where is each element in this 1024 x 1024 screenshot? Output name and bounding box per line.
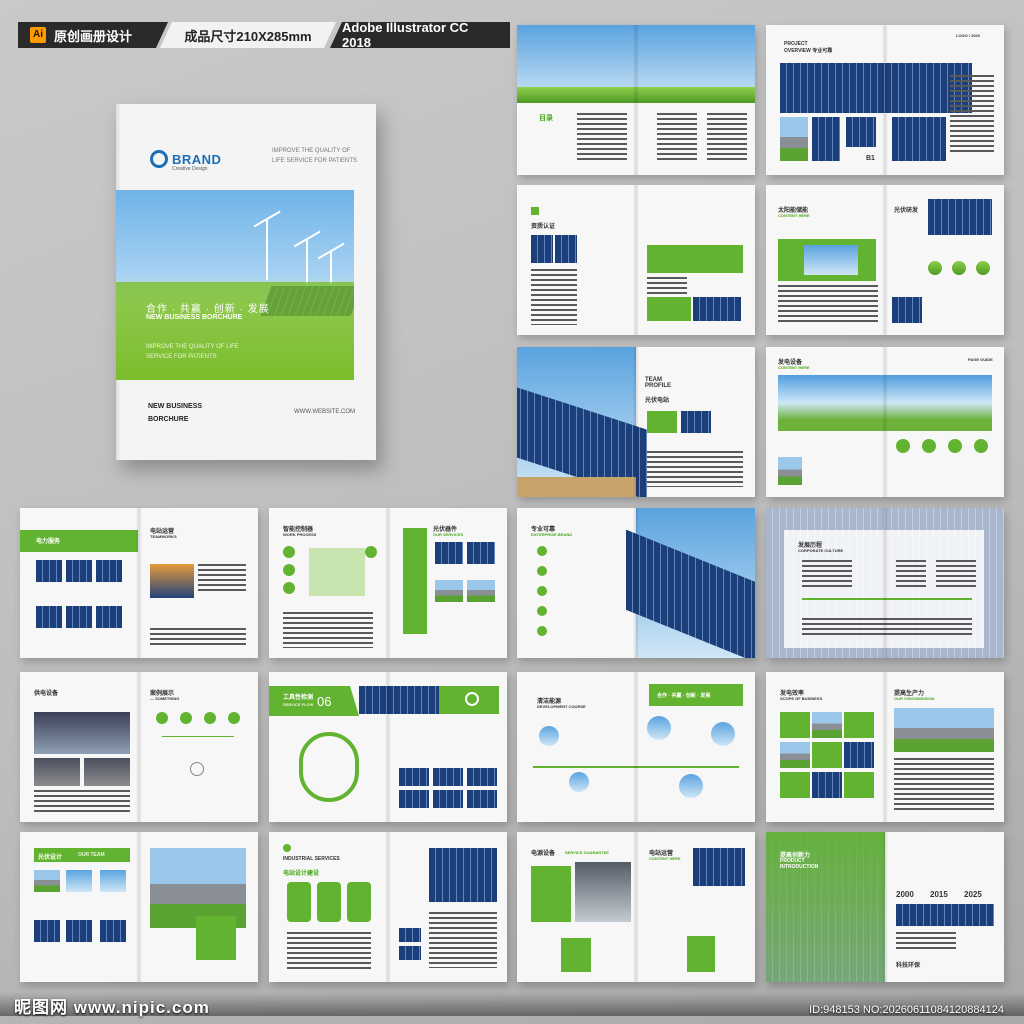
spread-history: 发展历程 CORPORATE CULTURE xyxy=(766,508,1004,658)
cover-green-band xyxy=(116,282,354,380)
cover-slogan: IMPROVE THE QUALITY OF LIFE SERVICE FOR … xyxy=(272,148,358,164)
green-panel xyxy=(647,245,743,273)
power-supply-title: 电源设备 xyxy=(531,851,556,857)
size-tag: 成品尺寸210X285mm xyxy=(160,22,336,48)
spread-project-overview: PROJECT OVERVIEW 专业可靠 LOGO / 2020 B1 xyxy=(766,25,1004,175)
car-photo xyxy=(780,117,808,161)
inspection-title: 工具性检测 xyxy=(283,695,314,701)
case-sub: — SOMETHING xyxy=(150,696,180,701)
pv-design-sub: OUR TEAM xyxy=(78,852,105,858)
cover-cn-title: 合作 · 共赢 · 创新 · 发展 xyxy=(146,304,270,315)
devices-sub: OUR SERVICES xyxy=(433,532,464,537)
industrial-sub: 电站设计建设 xyxy=(283,871,320,877)
efficiency-sub: SCOPE OF BUSINESS xyxy=(780,696,823,701)
year-2015: 2015 xyxy=(930,890,948,899)
spread-efficiency: 发电效率 SCOPE OF BUSINESS 提高生产力 OUR VISIONM… xyxy=(766,672,1004,822)
team-sub: 光伏电站 xyxy=(645,398,670,404)
spread-industrial-services: INDUSTRIAL SERVICES 电站设计建设 xyxy=(269,832,507,982)
brand-sub: Creative Design xyxy=(172,166,208,172)
spread-team-profile: TEAM PROFILE 光伏电站 xyxy=(517,347,755,497)
spread-power-supply: 电源设备 SERVICE GUARANTEE 电站运营 CONTENT HERE xyxy=(517,832,755,982)
service-title: 电力服务 xyxy=(36,539,61,545)
cover-website: WWW.WEBSITE.COM xyxy=(294,409,355,415)
spread-solar-storage: 太阳能储能 CONTENT HERE 光伏研发 xyxy=(766,185,1004,335)
contents-list xyxy=(707,113,747,163)
clock-icon xyxy=(465,692,479,706)
innovation-footer: 科技环保 xyxy=(896,963,921,969)
landscape-photo xyxy=(778,375,992,431)
design-type-tag: Ai 原创画册设计 xyxy=(18,22,168,48)
timeline xyxy=(802,598,972,600)
history-sub: CORPORATE CULTURE xyxy=(798,548,844,553)
body-text xyxy=(950,75,994,155)
cover-subtitle: IMPROVE THE QUALITY OF LIFE SERVICE FOR … xyxy=(146,344,239,360)
power-supply-sub: SERVICE GUARANTEE xyxy=(565,850,609,855)
solar-photo xyxy=(846,117,876,147)
storage-sub: CONTENT HERE xyxy=(778,213,810,218)
software-tag: Adobe Illustrator CC 2018 xyxy=(330,22,510,48)
spread-supply-equipment: 供电设备 案例展示 — SOMETHING xyxy=(20,672,258,822)
spread-smart-controller: 智能控制器 WORK PROCESS 光伏器件 OUR SERVICES xyxy=(269,508,507,658)
overview-label: B1 xyxy=(866,155,875,162)
contents-list xyxy=(657,113,697,163)
controller-sub: WORK PROCESS xyxy=(283,532,317,537)
green-banner xyxy=(269,686,359,716)
timeline xyxy=(533,766,739,768)
inspection-sub: SERVICE FLOW xyxy=(283,702,314,707)
supply-title: 供电设备 xyxy=(34,691,59,697)
spread-pv-design: 光伏设计 OUR TEAM xyxy=(20,832,258,982)
operation-sub: TEAMWORKS xyxy=(150,534,177,539)
flow-path xyxy=(299,732,359,802)
clean-energy-sub: DEVELOPMENT COURSE xyxy=(537,704,586,709)
contents-title: 目录 xyxy=(539,115,553,122)
professional-sub: ENTERPRISE BRAND xyxy=(531,532,573,537)
brochure-cover: BRAND Creative Design IMPROVE THE QUALIT… xyxy=(116,104,376,460)
banner-slogan: 合作 · 共赢 · 创新 · 发展 xyxy=(657,693,711,699)
illustrator-icon: Ai xyxy=(30,27,46,43)
brand-q-icon xyxy=(150,150,168,168)
solar-field-photo xyxy=(517,347,647,497)
solar-photo xyxy=(812,117,840,161)
industrial-title: INDUSTRIAL SERVICES xyxy=(283,856,340,862)
spread-clean-energy: 清洁能源 DEVELOPMENT COURSE 合作 · 共赢 · 创新 · 发… xyxy=(517,672,755,822)
spread-tool-inspection: 工具性检测 SERVICE FLOW 06 xyxy=(269,672,507,822)
solar-photo xyxy=(780,63,972,113)
solar-photo xyxy=(892,117,946,161)
wind-farm-photo xyxy=(517,25,755,103)
spread-power-equipment: 发电设备 CONTENT HERE PAGE GUIDE xyxy=(766,347,1004,497)
spread-contents: 目录 xyxy=(517,25,755,175)
site-watermark: 昵图网 www.nipic.com xyxy=(14,998,210,1017)
software-label: Adobe Illustrator CC 2018 xyxy=(342,20,469,50)
station-sub: CONTENT HERE xyxy=(649,856,681,861)
team-title: TEAM PROFILE xyxy=(645,377,672,389)
spread-innovation: 提高创新力 PRODUCT INTRODUCTION 2000 2015 202… xyxy=(766,832,1004,982)
rd-title: 光伏研发 xyxy=(894,208,919,214)
image-id: ID:948153 NO:20260611084120884124 xyxy=(809,1004,1004,1016)
equipment-sub: CONTENT HERE xyxy=(778,365,810,370)
design-type-label: 原创画册设计 xyxy=(54,28,133,44)
brand-name: BRAND xyxy=(172,151,222,167)
green-sidebar xyxy=(403,528,427,634)
contents-list xyxy=(577,113,627,163)
overview-title: PROJECT OVERVIEW 专业可靠 xyxy=(784,41,833,54)
wind-turbine-icon xyxy=(266,220,268,280)
section-icon xyxy=(531,207,539,215)
overview-logo: LOGO / 2020 xyxy=(956,33,981,38)
spread-power-service: 电力服务 电站运营 TEAMWORKS xyxy=(20,508,258,658)
year-2000: 2000 xyxy=(896,890,914,899)
cover-en-title: NEW BUSINESS BORCHURE xyxy=(146,314,243,321)
page-guide: PAGE GUIDE xyxy=(968,357,993,362)
year-2025: 2025 xyxy=(964,890,982,899)
productivity-sub: OUR VISIONMISSION xyxy=(894,696,935,701)
certification-title: 资质认证 xyxy=(531,224,556,230)
spread-professional: 专业可靠 ENTERPRISE BRAND xyxy=(517,508,755,658)
pv-design-title: 光伏设计 xyxy=(38,855,63,861)
spread-certification: 资质认证 xyxy=(517,185,755,335)
step-number: 06 xyxy=(317,694,332,709)
size-label: 成品尺寸210X285mm xyxy=(184,28,312,44)
brand-logo: BRAND Creative Design xyxy=(150,150,222,172)
innovation-sub: PRODUCT INTRODUCTION xyxy=(780,858,819,870)
cover-bottom-title: NEW BUSINESS BORCHURE xyxy=(148,403,203,423)
